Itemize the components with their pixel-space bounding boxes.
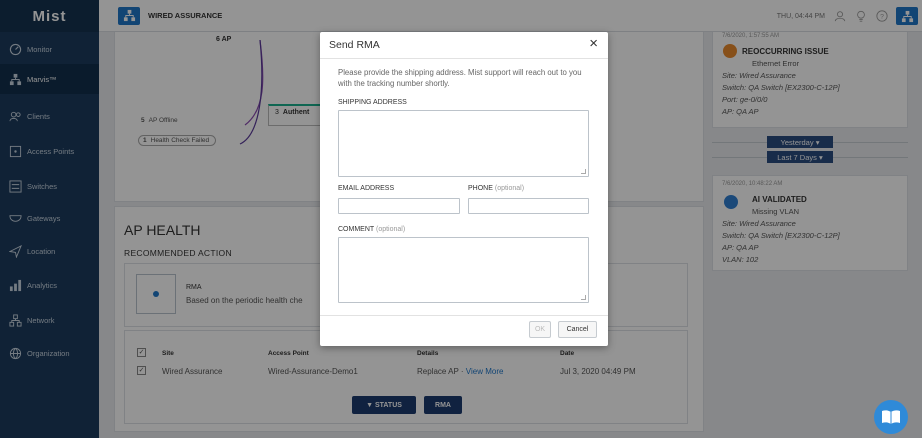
dialog-description: Please provide the shipping address. Mis… [338, 68, 582, 88]
email-address-label: EMAIL ADDRESS [338, 185, 395, 192]
shipping-address-input[interactable] [338, 110, 589, 177]
dialog-title: Send RMA [329, 39, 380, 51]
ok-button[interactable]: OK [529, 321, 551, 338]
comment-input[interactable] [338, 237, 589, 303]
dialog-header-divider [320, 58, 608, 59]
book-help-icon[interactable] [874, 400, 908, 434]
comment-label: COMMENT (optional) [338, 226, 406, 233]
email-address-input[interactable] [338, 198, 460, 214]
cancel-button[interactable]: Cancel [558, 321, 597, 338]
send-rma-dialog: Send RMA × Please provide the shipping a… [320, 32, 608, 346]
phone-input[interactable] [468, 198, 589, 214]
phone-label: PHONE (optional) [468, 185, 525, 192]
close-icon[interactable]: × [589, 35, 598, 52]
shipping-address-label: SHIPPING ADDRESS [338, 99, 407, 106]
dialog-footer-divider [320, 315, 608, 316]
